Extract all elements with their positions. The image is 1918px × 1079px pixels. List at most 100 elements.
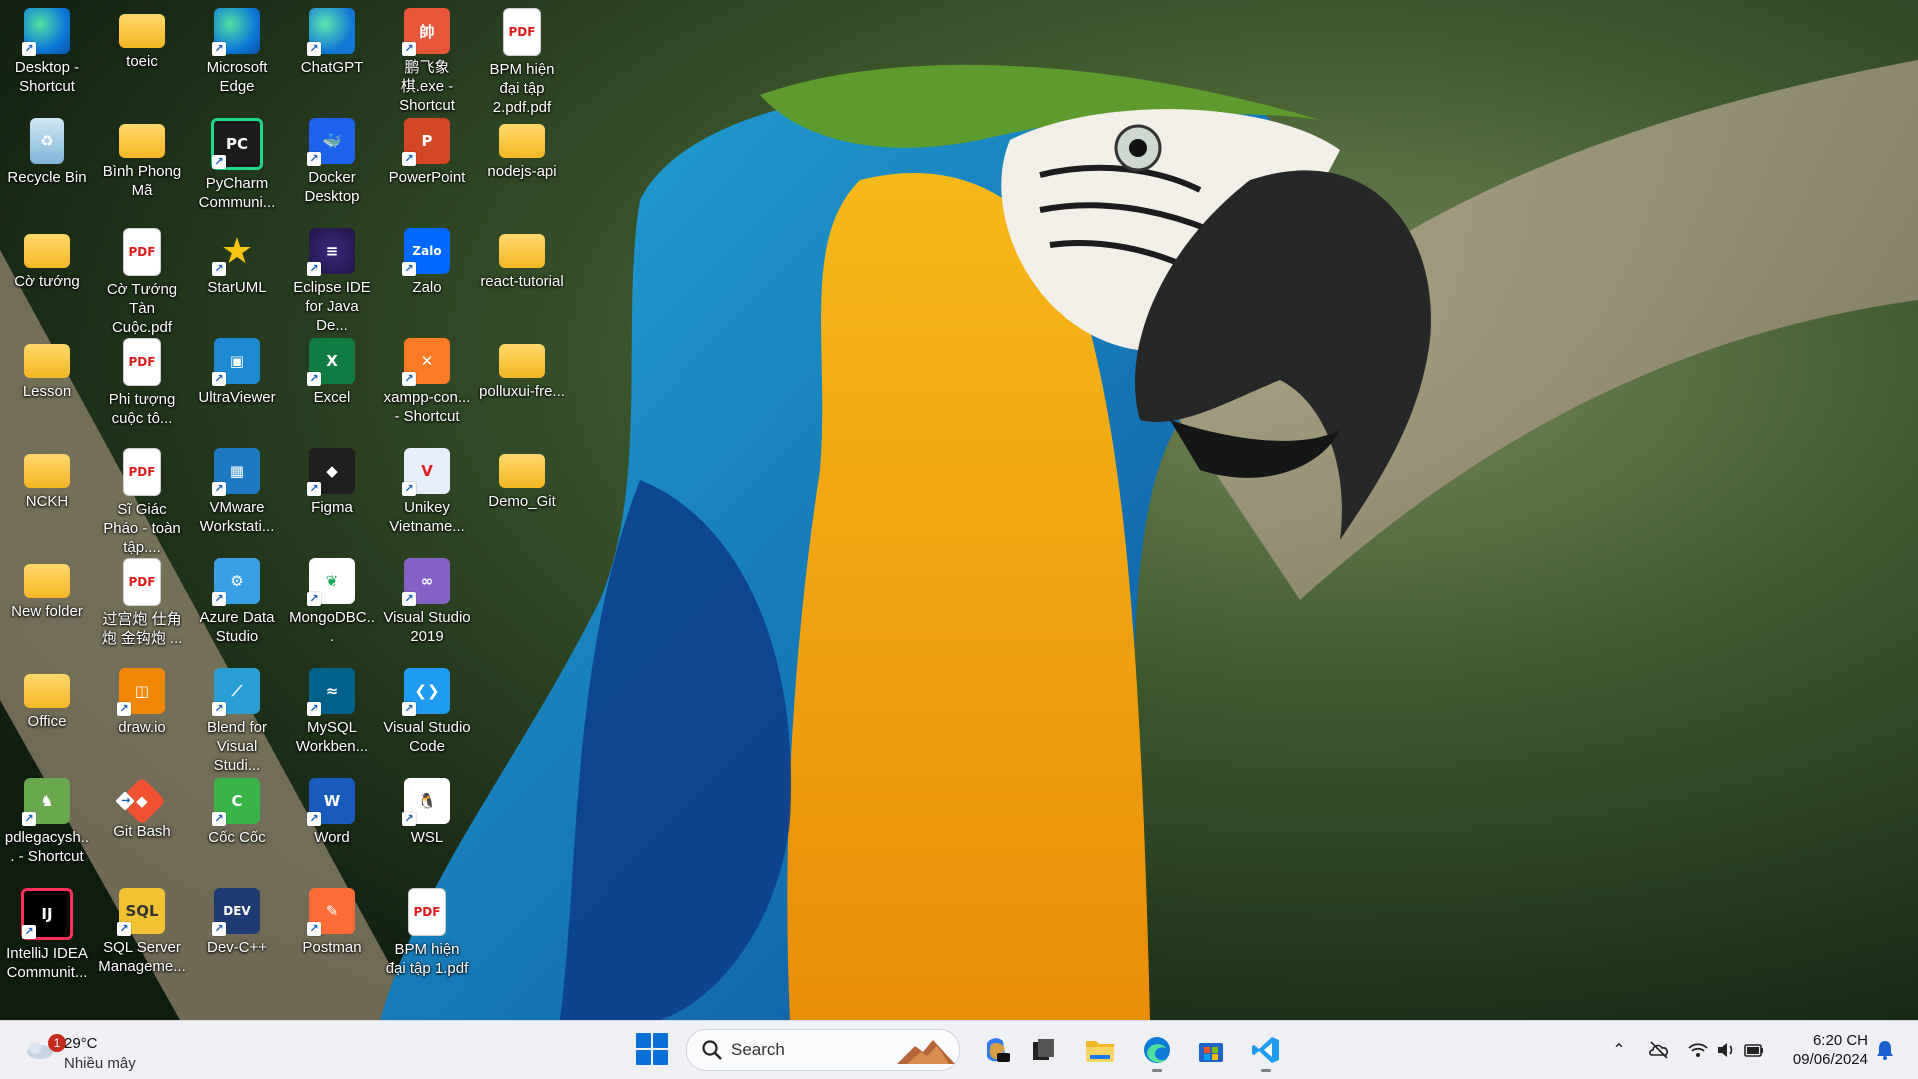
- desktop-shortcut[interactable]: ≈ ↗ MySQL Workben...: [286, 662, 378, 766]
- desktop-shortcut[interactable]: 🐳 ↗ Docker Desktop: [286, 112, 378, 216]
- desktop-shortcut[interactable]: PDF BPM hiện đại tập 1.pdf: [381, 882, 473, 986]
- vmware-icon: ▦ ↗: [212, 448, 260, 496]
- battery-charging-icon[interactable]: [1743, 1039, 1765, 1061]
- shortcut-arrow-icon: ↗: [212, 372, 226, 386]
- shortcut-arrow-icon: ↗: [402, 702, 416, 716]
- desktop-shortcut[interactable]: ♞ ↗ pdlegacysh... - Shortcut: [1, 772, 93, 876]
- visual-studio-icon: ∞ ↗: [402, 558, 450, 606]
- desktop-shortcut[interactable]: ✕ ↗ xampp-con... - Shortcut: [381, 332, 473, 436]
- drawio-icon: ◫ ↗: [117, 668, 165, 716]
- desktop-shortcut[interactable]: DEV ↗ Dev-C++: [191, 882, 283, 986]
- desktop-shortcut[interactable]: W ↗ Word: [286, 772, 378, 876]
- desktop-shortcut-label: Visual Studio 2019: [383, 609, 471, 645]
- desktop-shortcut[interactable]: Cờ tướng: [1, 222, 93, 326]
- task-view-icon[interactable]: [1023, 1030, 1063, 1070]
- desktop-shortcut[interactable]: PDF BPM hiện đại tập 2.pdf.pdf: [476, 2, 568, 116]
- clock-date: 09/06/2024: [1792, 1051, 1868, 1068]
- desktop-shortcut[interactable]: ❦ ↗ MongoDBC...: [286, 552, 378, 656]
- shortcut-arrow-icon: ↗: [117, 702, 131, 716]
- desktop-shortcut[interactable]: 🐧 ↗ WSL: [381, 772, 473, 876]
- desktop-shortcut-label: VMware Workstati...: [199, 499, 275, 535]
- desktop-shortcut[interactable]: Office: [1, 662, 93, 766]
- desktop-shortcut[interactable]: react-tutorial: [476, 222, 568, 326]
- copilot-icon[interactable]: [976, 1030, 1016, 1070]
- vscode-taskbar-icon[interactable]: [1246, 1030, 1286, 1072]
- desktop-shortcut[interactable]: V ↗ Unikey Vietname...: [381, 442, 473, 546]
- powerpoint-icon: P ↗: [402, 118, 450, 166]
- shortcut-arrow-icon: ↗: [117, 922, 131, 936]
- desktop-shortcut-label: Unikey Vietname...: [389, 499, 465, 535]
- start-button[interactable]: [636, 1033, 670, 1067]
- desktop-shortcut-label: Docker Desktop: [304, 169, 360, 205]
- desktop-shortcut-label: Office: [27, 713, 67, 730]
- folder-icon: [24, 234, 70, 268]
- desktop-shortcut[interactable]: PDF Phi tượng cuộc tô...: [96, 332, 188, 436]
- volume-icon[interactable]: [1715, 1039, 1737, 1061]
- desktop-shortcut[interactable]: IJ ↗ IntelliJ IDEA Communit...: [1, 882, 93, 986]
- desktop-shortcut[interactable]: ★ ↗ StarUML: [191, 222, 283, 326]
- coccoc-icon: C ↗: [212, 778, 260, 826]
- desktop-shortcut[interactable]: Lesson: [1, 332, 93, 436]
- taskbar-clock[interactable]: 6:20 CH 09/06/2024: [1786, 1031, 1868, 1069]
- notification-bell-icon[interactable]: [1874, 1039, 1896, 1061]
- desktop-shortcut[interactable]: ↗ Desktop - Shortcut: [1, 2, 93, 106]
- desktop-shortcut[interactable]: ◫ ↗ draw.io: [96, 662, 188, 766]
- edge-taskbar-icon[interactable]: [1137, 1030, 1177, 1072]
- desktop-shortcut-label: New folder: [11, 603, 83, 620]
- desktop-shortcut[interactable]: ▦ ↗ VMware Workstati...: [191, 442, 283, 546]
- desktop-shortcut[interactable]: polluxui-fre...: [476, 332, 568, 436]
- desktop-shortcut-label: NCKH: [25, 493, 69, 510]
- clock-time: 6:20 CH: [1812, 1032, 1868, 1049]
- folder-icon: [119, 124, 165, 158]
- desktop-shortcut[interactable]: toeic: [96, 2, 188, 106]
- desktop-shortcut[interactable]: 帥 ↗ 鹏飞象棋.exe - Shortcut: [381, 2, 473, 114]
- desktop-shortcut-label: polluxui-fre...: [479, 383, 565, 400]
- docker-icon: 🐳 ↗: [307, 118, 355, 166]
- microsoft-store-icon[interactable]: [1191, 1030, 1231, 1070]
- desktop-shortcut[interactable]: ↗ Microsoft Edge: [191, 2, 283, 106]
- desktop-shortcut[interactable]: New folder: [1, 552, 93, 656]
- desktop-shortcut[interactable]: ⚙ ↗ Azure Data Studio: [191, 552, 283, 656]
- taskbar: 1 29°C Nhiều mây Search ⌃ 6:20 CH 09/06/…: [0, 1020, 1918, 1079]
- desktop-shortcut[interactable]: PDF 过宫炮 仕角炮 金钩炮 ...: [96, 552, 188, 656]
- desktop-shortcut[interactable]: SQL ↗ SQL Server Manageme...: [96, 882, 188, 986]
- onedrive-offline-icon[interactable]: [1648, 1039, 1670, 1061]
- desktop-shortcut[interactable]: PC ↗ PyCharm Communi...: [191, 112, 283, 216]
- desktop-shortcut-label: Recycle Bin: [7, 169, 87, 186]
- desktop-shortcut[interactable]: ≡ ↗ Eclipse IDE for Java De...: [286, 222, 378, 334]
- unikey-icon: V ↗: [402, 448, 450, 496]
- desktop-shortcut[interactable]: NCKH: [1, 442, 93, 546]
- desktop-shortcut[interactable]: Zalo ↗ Zalo: [381, 222, 473, 326]
- desktop-shortcut[interactable]: Demo_Git: [476, 442, 568, 546]
- desktop-shortcut[interactable]: ∞ ↗ Visual Studio 2019: [381, 552, 473, 656]
- postman-icon: ✎ ↗: [307, 888, 355, 936]
- desktop-shortcut-label: Azure Data Studio: [199, 609, 275, 645]
- wifi-icon[interactable]: [1687, 1039, 1709, 1061]
- desktop-shortcut[interactable]: C ↗ Cốc Cốc: [191, 772, 283, 876]
- desktop-shortcut[interactable]: ⟋ ↗ Blend for Visual Studi...: [191, 662, 283, 774]
- weather-widget[interactable]: 1 29°C Nhiều mây: [18, 1028, 168, 1072]
- desktop-shortcut[interactable]: nodejs-api: [476, 112, 568, 216]
- desktop-shortcut[interactable]: ♻ Recycle Bin: [1, 112, 93, 216]
- desktop-shortcut[interactable]: ▣ ↗ UltraViewer: [191, 332, 283, 436]
- desktop-shortcut[interactable]: P ↗ PowerPoint: [381, 112, 473, 216]
- desktop-shortcut[interactable]: ✎ ↗ Postman: [286, 882, 378, 986]
- desktop-shortcut[interactable]: X ↗ Excel: [286, 332, 378, 436]
- desktop-shortcut[interactable]: ◆ ↗ Figma: [286, 442, 378, 546]
- desktop-shortcut[interactable]: Bình Phong Mã: [96, 112, 188, 216]
- desktop-shortcut-label: UltraViewer: [198, 389, 276, 406]
- desktop-shortcut[interactable]: ❮❯ ↗ Visual Studio Code: [381, 662, 473, 766]
- taskbar-search-box[interactable]: Search: [686, 1029, 960, 1071]
- desktop-shortcut[interactable]: ↗ ChatGPT: [286, 2, 378, 106]
- shortcut-arrow-icon: ↗: [212, 812, 226, 826]
- vscode-icon: ❮❯ ↗: [402, 668, 450, 716]
- shortcut-arrow-icon: ↗: [402, 152, 416, 166]
- desktop-shortcut[interactable]: PDF Sĩ Giác Pháo - toàn tập....: [96, 442, 188, 556]
- file-explorer-icon[interactable]: [1080, 1030, 1120, 1070]
- shortcut-arrow-icon: ↗: [307, 262, 321, 276]
- chevron-up-icon[interactable]: ⌃: [1608, 1039, 1630, 1061]
- desktop-shortcut[interactable]: PDF Cờ Tướng Tàn Cuộc.pdf: [96, 222, 188, 336]
- desktop-shortcut[interactable]: ◆ ↗ Git Bash: [96, 772, 188, 876]
- desktop-shortcut-label: StarUML: [207, 279, 267, 296]
- pdf-icon: PDF: [123, 338, 161, 386]
